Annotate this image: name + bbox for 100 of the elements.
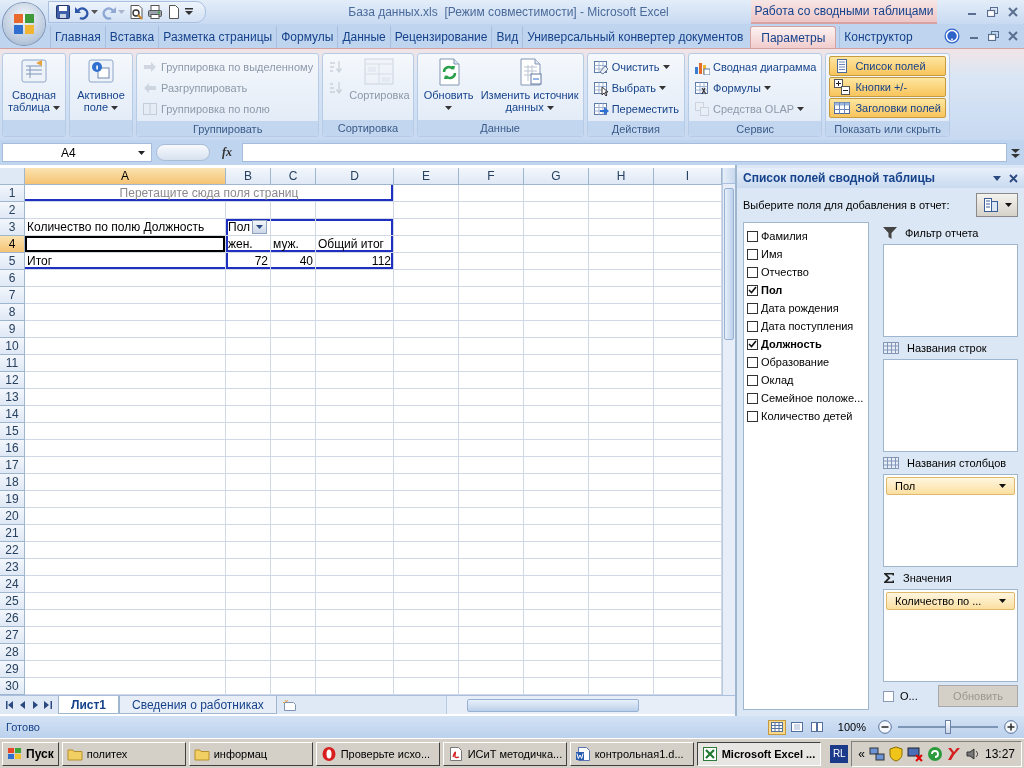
row-header[interactable]: 4 xyxy=(0,236,25,253)
field-item[interactable]: Дата поступления xyxy=(747,317,865,335)
row-header[interactable]: 27 xyxy=(0,627,25,644)
row-header[interactable]: 8 xyxy=(0,304,25,321)
table-cell: 112 xyxy=(316,253,394,270)
row-header[interactable]: 7 xyxy=(0,287,25,304)
row-header[interactable]: 23 xyxy=(0,559,25,576)
column-header[interactable]: F xyxy=(459,168,524,185)
row-header[interactable]: 16 xyxy=(0,440,25,457)
column-header[interactable]: C xyxy=(271,168,316,185)
group-label: Показать или скрыть xyxy=(826,121,949,136)
row-header[interactable]: 24 xyxy=(0,576,25,593)
area-label: Фильтр отчета xyxy=(905,227,979,239)
column-header[interactable]: E xyxy=(394,168,459,185)
row-header[interactable]: 1 xyxy=(0,185,25,202)
start-button[interactable]: Пуск xyxy=(2,741,59,766)
row-header[interactable]: 9 xyxy=(0,321,25,338)
status-text: Готово xyxy=(6,721,40,733)
column-header[interactable]: H xyxy=(589,168,654,185)
field-item[interactable]: Фамилия xyxy=(747,227,865,245)
taskbar-item[interactable]: ИСиТ методичка... xyxy=(442,741,567,766)
column-header[interactable]: G xyxy=(524,168,589,185)
change-data-source-button[interactable]: Изменить источник данных xyxy=(479,56,580,118)
row-header[interactable]: 12 xyxy=(0,372,25,389)
table-cell: Количество по полю Должность xyxy=(25,219,226,236)
field-item[interactable]: Отчество xyxy=(747,263,865,281)
language-indicator[interactable]: RL xyxy=(830,744,849,763)
row-header[interactable]: 20 xyxy=(0,508,25,525)
row-header[interactable]: 30 xyxy=(0,678,25,695)
row-header[interactable]: 15 xyxy=(0,423,25,440)
sheet-tab[interactable]: Сведения о работниках xyxy=(119,696,277,714)
column-header[interactable]: I xyxy=(654,168,722,185)
taskbar-item[interactable]: Проверьте исхо... xyxy=(315,741,440,766)
taskbar-item[interactable]: контрольная1.d... xyxy=(569,741,694,766)
pivot-table-button[interactable]: Сводная таблица xyxy=(6,56,62,118)
row-header[interactable]: 3 xyxy=(0,219,25,236)
field-item[interactable]: Имя xyxy=(747,245,865,263)
field-item[interactable]: Должность xyxy=(747,335,865,353)
table-cell: 72 xyxy=(226,253,271,270)
insert-function-button[interactable]: fx xyxy=(214,145,238,160)
defer-update-checkbox[interactable]: О... xyxy=(883,690,918,702)
field-item[interactable]: Образование xyxy=(747,353,865,371)
table-cell: жен. xyxy=(226,236,271,253)
row-header[interactable]: 21 xyxy=(0,525,25,542)
row-header[interactable]: 28 xyxy=(0,644,25,661)
zoom-level: 100% xyxy=(836,721,867,733)
plus-minus-buttons-button[interactable]: Кнопки +/- xyxy=(829,77,946,97)
field-item[interactable]: Количество детей xyxy=(747,407,865,425)
field-item[interactable]: Пол xyxy=(747,281,865,299)
name-box[interactable]: A4 xyxy=(2,143,152,162)
show-hidden-icons-button[interactable]: « xyxy=(858,746,865,761)
field-chip[interactable]: Количество по ... xyxy=(886,592,1015,610)
group-label: Сервис xyxy=(689,121,822,136)
field-list-button[interactable]: Список полей xyxy=(829,56,946,76)
area-label: Значения xyxy=(903,572,952,584)
drop-area[interactable]: Количество по ... xyxy=(883,589,1018,682)
column-header[interactable]: B xyxy=(226,168,271,185)
column-field-label: Пол xyxy=(228,220,251,234)
clock: 13:27 xyxy=(984,746,1015,761)
column-header[interactable]: A xyxy=(25,168,226,185)
row-header[interactable]: 25 xyxy=(0,593,25,610)
field-settings-button[interactable]: Активное поле xyxy=(73,56,129,118)
field-item[interactable]: Семейное положе... xyxy=(747,389,865,407)
row-header[interactable]: 18 xyxy=(0,474,25,491)
move-button[interactable]: Переместить xyxy=(590,98,682,119)
row-header[interactable]: 26 xyxy=(0,610,25,627)
row-header[interactable]: 13 xyxy=(0,389,25,406)
row-header[interactable]: 17 xyxy=(0,457,25,474)
column-header[interactable]: D xyxy=(316,168,394,185)
row-header[interactable]: 22 xyxy=(0,542,25,559)
select-button[interactable]: Выбрать xyxy=(590,77,682,98)
ribbon-tab[interactable]: Параметры xyxy=(750,26,837,48)
page-field-drop-area[interactable]: Перетащите сюда поля страниц xyxy=(25,185,394,202)
group-label: Данные xyxy=(417,120,583,136)
formulas-button[interactable]: Формулы xyxy=(692,77,819,98)
area-label: Названия столбцов xyxy=(907,457,1007,469)
taskbar-item[interactable]: информац xyxy=(188,741,313,766)
table-cell: Общий итог xyxy=(316,236,394,253)
drop-area[interactable]: Пол xyxy=(883,474,1018,567)
group-label: Сортировка xyxy=(323,120,413,136)
field-chip[interactable]: Пол xyxy=(886,477,1015,495)
field-headers-button[interactable]: Заголовки полей xyxy=(829,98,946,118)
taskbar-item[interactable]: Microsoft Excel ... xyxy=(696,741,821,766)
row-header[interactable]: 29 xyxy=(0,661,25,678)
row-header[interactable]: 10 xyxy=(0,338,25,355)
pane-title: Список полей сводной таблицы xyxy=(743,171,937,185)
field-item[interactable]: Дата рождения xyxy=(747,299,865,317)
row-header[interactable]: 19 xyxy=(0,491,25,508)
taskbar-item[interactable]: политех xyxy=(61,741,186,766)
sheet-tab[interactable]: Лист1 xyxy=(58,696,120,714)
row-header[interactable]: 2 xyxy=(0,202,25,219)
field-item[interactable]: Оклад xyxy=(747,371,865,389)
table-cell: 40 xyxy=(271,253,316,270)
row-header[interactable]: 11 xyxy=(0,355,25,372)
pivot-chart-button[interactable]: Сводная диаграмма xyxy=(692,56,819,77)
row-header[interactable]: 14 xyxy=(0,406,25,423)
clear-button[interactable]: Очистить xyxy=(590,56,682,77)
refresh-button[interactable]: Обновить xyxy=(420,56,477,118)
row-header[interactable]: 6 xyxy=(0,270,25,287)
row-header[interactable]: 5 xyxy=(0,253,25,270)
